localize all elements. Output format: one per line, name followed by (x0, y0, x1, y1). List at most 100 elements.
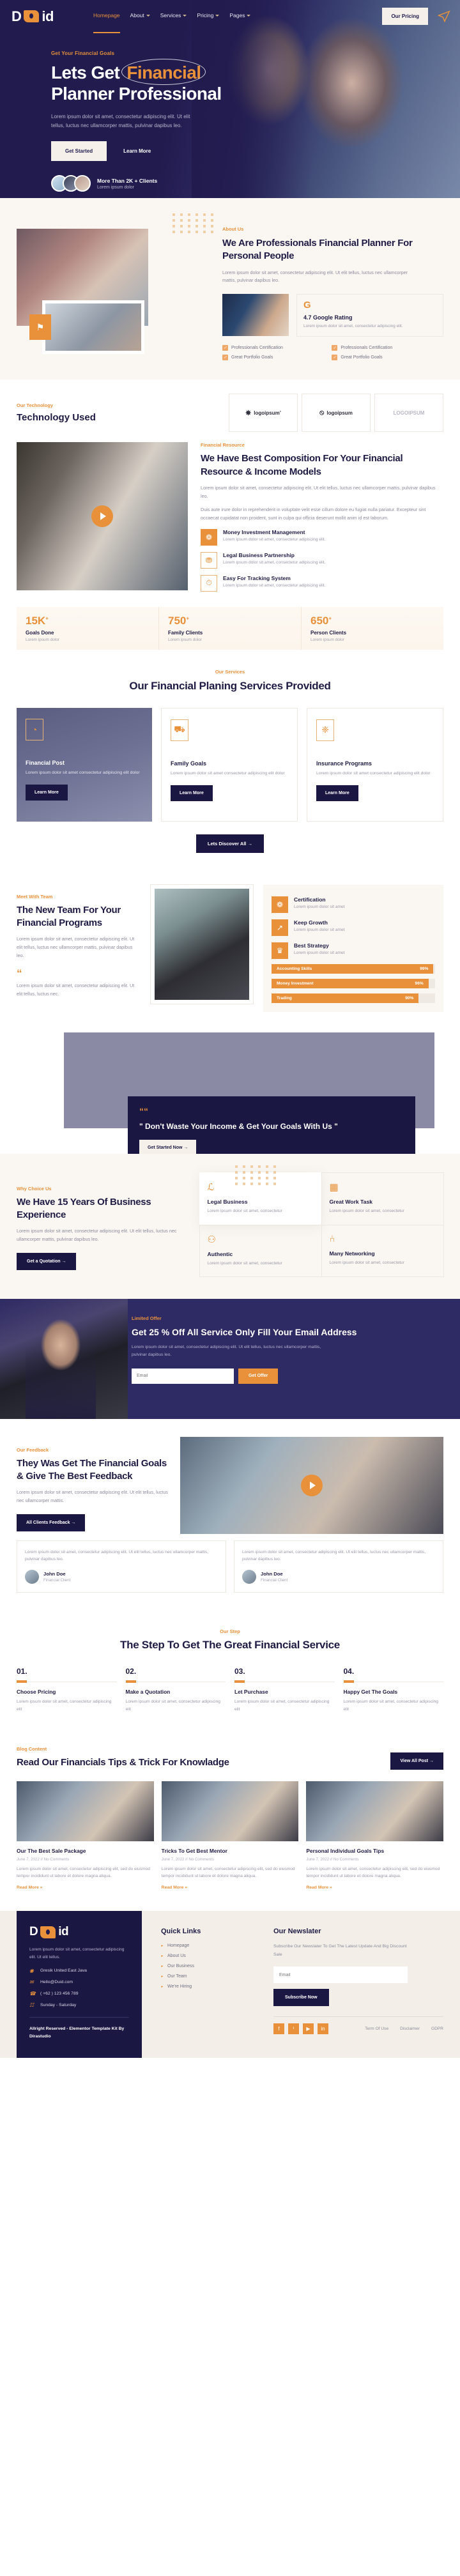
sprout-icon: ❁ (201, 528, 217, 546)
blog-post-meta: June 7, 2022 // No Comments (161, 1857, 214, 1862)
quick-links-heading: Quick Links (161, 1928, 201, 1936)
service-card-insurance-programs[interactable]: ❈ Insurance Programs Lorem ipsum dolor s… (307, 707, 443, 822)
view-all-post-button[interactable]: View All Post → (390, 1752, 443, 1770)
footer-contact-text: Hello@Duid.com (40, 1979, 73, 1984)
tech-logo-text: logoipsum’ (254, 410, 281, 416)
get-started-button[interactable]: Get Started (51, 141, 107, 162)
nav-item-pricing[interactable]: Pricing (197, 12, 220, 20)
chevron-right-icon: ▸ (161, 1965, 164, 1969)
stats-row: 15K+ Goals Done Lorem ipsum dolor 750+ F… (17, 606, 443, 650)
why-cell-text: Lorem ipsum dolor sit amet, consectetur (207, 1209, 282, 1214)
service-learn-more-button[interactable]: Learn More (316, 785, 358, 802)
get-a-quotation-button[interactable]: Get a Quotation → (17, 1252, 77, 1270)
offer-label: Limited Offer (132, 1315, 162, 1321)
step-item: 04. Happy Get The Goals Lorem ipsum dolo… (343, 1667, 443, 1713)
composition-video-thumb[interactable] (17, 442, 188, 591)
nav-item-homepage[interactable]: Homepage (93, 12, 120, 33)
footer-contact-email[interactable]: ✉ Hello@Duid.com (29, 1979, 129, 1985)
about-rating-photo (222, 294, 289, 337)
why-cell-many-networking[interactable]: ⑃ Many Networking Lorem ipsum dolor sit … (321, 1224, 444, 1278)
learn-more-link[interactable]: Learn More (123, 148, 151, 154)
youtube-icon[interactable]: ▶ (303, 2023, 314, 2035)
footer-link-our-business[interactable]: ▸ Our Business (161, 1964, 257, 1968)
about-section: ⚑ About Us We Are Professionals Financia… (0, 198, 460, 380)
legal-links: Term Of Use Disclaimer GDPR (365, 2027, 443, 2031)
step-title: Let Purchase (234, 1689, 268, 1696)
service-text: Lorem ipsum dolor sit amet consectetur a… (171, 770, 285, 776)
blog-post-text: Lorem ipsum dolor sit amet, consectetur … (161, 1866, 295, 1879)
footer-link-about-us[interactable]: ▸ About Us (161, 1954, 257, 1958)
service-card-financial-post[interactable]: ◔ Financial Post Lorem ipsum dolor sit a… (17, 707, 152, 822)
play-button-icon[interactable] (301, 1474, 323, 1496)
read-more-link[interactable]: Read More » (306, 1885, 332, 1890)
feature-row: ⛃ Legal Business Partnership Lorem ipsum … (201, 551, 443, 569)
blog-post-image (17, 1781, 154, 1841)
nav-item-about[interactable]: About (130, 12, 150, 20)
why-cell-title: Authentic (207, 1250, 233, 1257)
footer-copyright: Allright Reserved - Elementor Template K… (29, 2026, 125, 2039)
stat-card: 750+ Family Clients Lorem ipsum dolor (159, 606, 302, 650)
footer-logo[interactable]: D id (29, 1925, 129, 1939)
footer-link-homepage[interactable]: ▸ Homepage (161, 1943, 257, 1948)
why-choice-section: Why Choice Us We Have 15 Years Of Busine… (0, 1153, 460, 1299)
newsletter-email-input[interactable] (273, 1966, 408, 1984)
read-more-link[interactable]: Read More » (17, 1885, 42, 1890)
legal-disclaimer[interactable]: Disclaimer (400, 2027, 420, 2031)
stat-plus: + (186, 615, 190, 621)
legal-term-of-use[interactable]: Term Of Use (365, 2027, 388, 2031)
legal-gdpr[interactable]: GDPR (431, 2027, 443, 2031)
service-card-family-goals[interactable]: ⛟ Family Goals Lorem ipsum dolor sit ame… (161, 707, 298, 822)
footer-contact-phone[interactable]: ☎ ( +62 ) 123 456 789 (29, 1991, 129, 1997)
testimonial-role: Financial Client (43, 1578, 71, 1583)
blog-post[interactable]: Tricks To Get Best Mentor June 7, 2022 /… (161, 1781, 299, 1892)
why-cell-title: Legal Business (207, 1199, 248, 1206)
check-label: Great Portfolio Goals (231, 355, 273, 360)
main-navigation: D id Homepage About Services Pricing Pag… (0, 0, 460, 33)
blog-post[interactable]: Personal Individual Goals Tips June 7, 2… (306, 1781, 444, 1892)
get-offer-button[interactable]: Get Offer (238, 1368, 279, 1384)
offer-title: Get 25 % Off All Service Only Fill Your … (132, 1326, 357, 1337)
tech-logo-1: ✵ logoipsum’ (229, 394, 298, 433)
why-cell-great-work-task[interactable]: ▦ Great Work Task Lorem ipsum dolor sit … (321, 1172, 444, 1225)
offer-email-input[interactable] (132, 1368, 234, 1384)
testimonial-video-thumb[interactable] (180, 1436, 443, 1534)
service-learn-more-button[interactable]: Learn More (171, 785, 213, 802)
logo-letter-d: D (29, 1925, 38, 1939)
our-pricing-button[interactable]: Our Pricing (382, 8, 428, 25)
site-logo[interactable]: D id (12, 8, 54, 25)
team-feature-title: Keep Growth (294, 919, 328, 926)
read-more-link[interactable]: Read More » (162, 1885, 187, 1890)
why-cell-text: Lorem ipsum dolor sit amet, consectetur (207, 1261, 282, 1266)
blog-post-image (161, 1781, 299, 1841)
nav-item-services[interactable]: Services (160, 12, 187, 20)
team-paragraph: Lorem ipsum dolor sit amet, consectetur … (17, 936, 135, 958)
team-features-card: ❁ Certification Lorem ipsum dolor sit ame… (263, 884, 443, 1012)
step-item: 03. Let Purchase Lorem ipsum dolor sit a… (234, 1667, 335, 1713)
twitter-icon[interactable]: ᵗ (288, 2023, 299, 2035)
paper-plane-icon[interactable] (437, 10, 451, 24)
service-learn-more-button[interactable]: Learn More (26, 785, 68, 801)
facebook-icon[interactable]: f (273, 2023, 284, 2035)
all-clients-feedback-button[interactable]: All Clients Feedback → (17, 1514, 86, 1532)
footer-link-label: We're Hiring (167, 1984, 192, 1989)
step-item: 01. Choose Pricing Lorem ipsum dolor sit… (17, 1667, 117, 1713)
footer-link-were-hiring[interactable]: ▸ We're Hiring (161, 1984, 257, 1989)
why-cell-authentic[interactable]: ⚇ Authentic Lorem ipsum dolor sit amet, … (199, 1224, 322, 1278)
testimonial-paragraph: Lorem ipsum dolor sit amet, consectetur … (17, 1489, 168, 1504)
lets-discover-all-button[interactable]: Lets Discover All → (195, 834, 264, 853)
testimonial-card: Lorem ipsum dolor sit amet, consectetur … (17, 1540, 226, 1593)
service-title: Insurance Programs (316, 760, 372, 767)
nav-label: Homepage (93, 12, 120, 19)
nav-item-pages[interactable]: Pages (229, 12, 251, 20)
about-title: We Are Professionals Financial Planner F… (222, 238, 413, 262)
blog-post[interactable]: Our The Best Sale Package June 7, 2022 /… (17, 1781, 154, 1892)
footer-link-our-team[interactable]: ▸ Our Team (161, 1974, 257, 1979)
hero-title-part-b: Planner Professional (51, 84, 222, 104)
step-number: 01. (17, 1667, 27, 1676)
play-button-icon[interactable] (91, 505, 113, 528)
about-images: ⚑ (17, 220, 208, 354)
linkedin-icon[interactable]: in (318, 2023, 328, 2035)
logoipsum-circle-icon: ⦸ (319, 408, 325, 417)
service-title: Family Goals (171, 760, 207, 767)
subscribe-now-button[interactable]: Subscribe Now (273, 1989, 329, 2007)
